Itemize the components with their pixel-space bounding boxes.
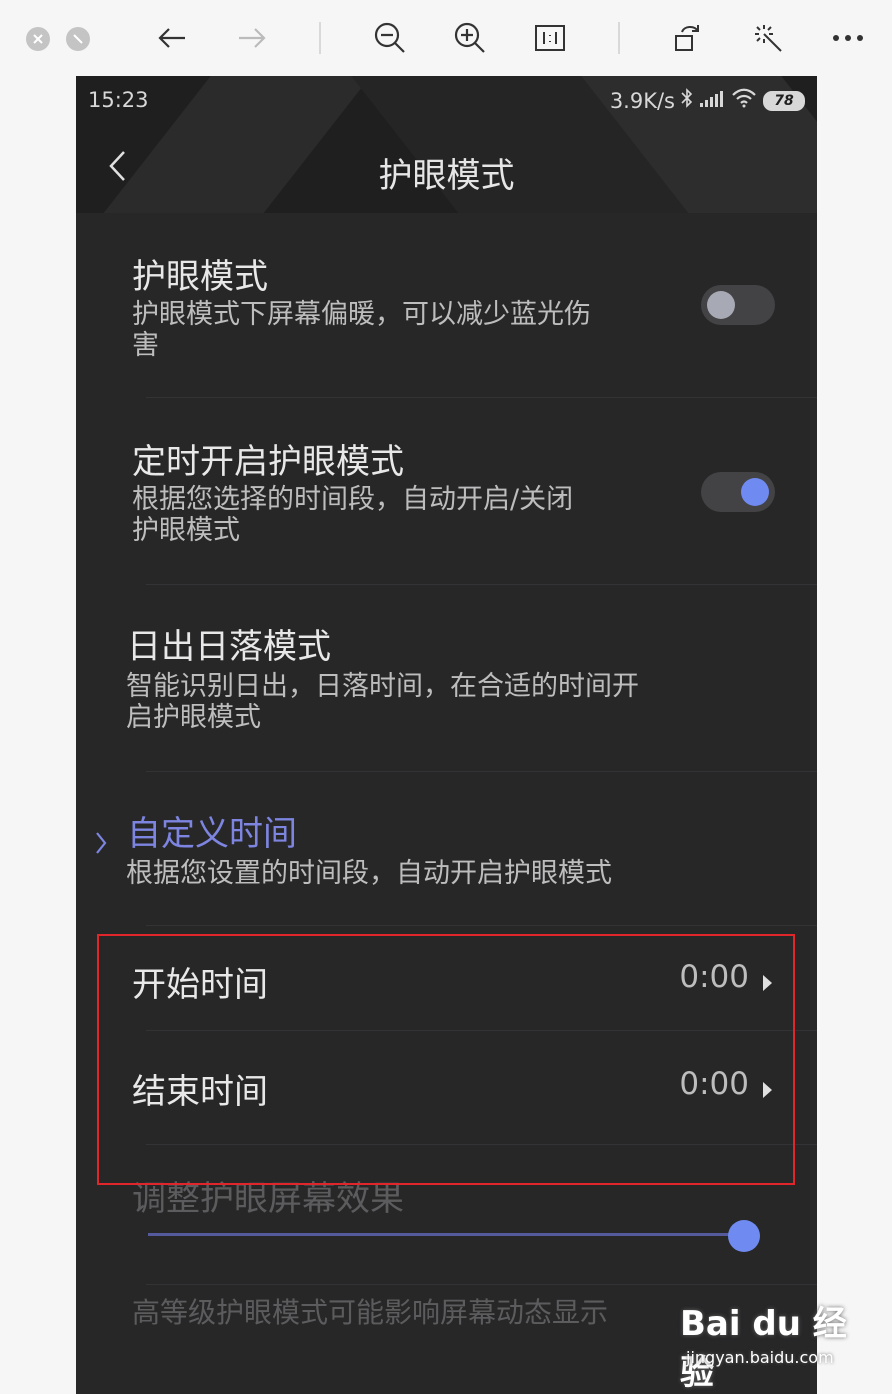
setting-title: 定时开启护眼模式: [132, 442, 404, 482]
setting-desc: 根据您设置的时间段，自动开启护眼模式: [126, 858, 612, 889]
scheduled-toggle[interactable]: [701, 472, 775, 512]
caret-right-icon: [763, 975, 772, 991]
caret-right-icon: [763, 1082, 772, 1098]
setting-desc: 根据您选择的时间段，自动开启/关闭 护眼模式: [132, 484, 574, 546]
actual-size-icon[interactable]: [532, 20, 568, 56]
nav-bar: 护眼模式: [76, 136, 817, 206]
signal-icon: [699, 89, 725, 113]
setting-title: 护眼模式: [132, 257, 268, 297]
minimize-window-icon[interactable]: [66, 27, 90, 51]
forward-arrow-icon[interactable]: [234, 20, 270, 56]
end-time-label: 结束时间: [132, 1072, 268, 1112]
setting-title: 自定义时间: [127, 814, 297, 854]
toolbar-divider: [319, 22, 321, 54]
setting-sunrise-sunset[interactable]: 日出日落模式 智能识别日出，日落时间，在合适的时间开 启护眼模式: [76, 585, 817, 772]
start-time-label: 开始时间: [132, 965, 268, 1005]
close-window-icon[interactable]: [26, 27, 50, 51]
baidu-watermark: Bai du 经验 jingyan.baidu.com: [680, 1296, 850, 1393]
start-time-value: 0:00: [679, 959, 749, 995]
chevron-right-icon: [96, 832, 107, 854]
setting-custom-time[interactable]: 自定义时间 根据您设置的时间段，自动开启护眼模式: [76, 772, 817, 926]
viewer-toolbar: [0, 0, 892, 76]
watermark-logo: Bai du 经验: [680, 1304, 847, 1393]
battery-icon: 78: [763, 90, 805, 111]
divider: [146, 1030, 817, 1031]
setting-desc: 护眼模式下屏幕偏暖，可以减少蓝光伤 害: [132, 299, 591, 361]
divider: [146, 1144, 817, 1145]
zoom-out-icon[interactable]: [372, 20, 408, 56]
divider: [146, 1284, 817, 1285]
toolbar-divider: [618, 22, 620, 54]
effect-slider-thumb[interactable]: [728, 1220, 760, 1252]
start-time-row[interactable]: 开始时间 0:00: [76, 931, 817, 1031]
eye-protection-toggle[interactable]: [701, 285, 775, 325]
more-options-icon[interactable]: [830, 20, 866, 56]
wifi-icon: [731, 88, 757, 113]
rotate-icon[interactable]: [670, 20, 706, 56]
bluetooth-icon: [681, 88, 693, 113]
setting-eye-protection[interactable]: 护眼模式 护眼模式下屏幕偏暖，可以减少蓝光伤 害: [76, 213, 817, 398]
status-time: 15:23: [88, 88, 149, 112]
end-time-value: 0:00: [679, 1066, 749, 1102]
effect-title: 调整护眼屏幕效果: [132, 1179, 404, 1219]
zoom-in-icon[interactable]: [452, 20, 488, 56]
setting-title: 日出日落模式: [127, 627, 331, 667]
end-time-row[interactable]: 结束时间 0:00: [76, 1038, 817, 1145]
page-title: 护眼模式: [378, 156, 515, 196]
effect-slider-track[interactable]: [148, 1233, 746, 1236]
effect-warning: 高等级护眼模式可能影响屏幕动态显示: [132, 1296, 609, 1329]
watermark-url: jingyan.baidu.com: [686, 1348, 834, 1367]
phone-screen: 15:23 3.9K/s 78 护眼模式 护眼模式 护眼模式下屏幕偏暖，可以减少…: [76, 76, 817, 1394]
setting-desc: 智能识别日出，日落时间，在合适的时间开 启护眼模式: [126, 671, 639, 733]
net-speed: 3.9K/s: [609, 88, 675, 113]
magic-wand-icon[interactable]: [750, 20, 786, 56]
status-bar: 15:23 3.9K/s 78: [76, 76, 817, 126]
back-arrow-icon[interactable]: [154, 20, 190, 56]
divider: [146, 925, 817, 926]
setting-scheduled[interactable]: 定时开启护眼模式 根据您选择的时间段，自动开启/关闭 护眼模式: [76, 398, 817, 585]
